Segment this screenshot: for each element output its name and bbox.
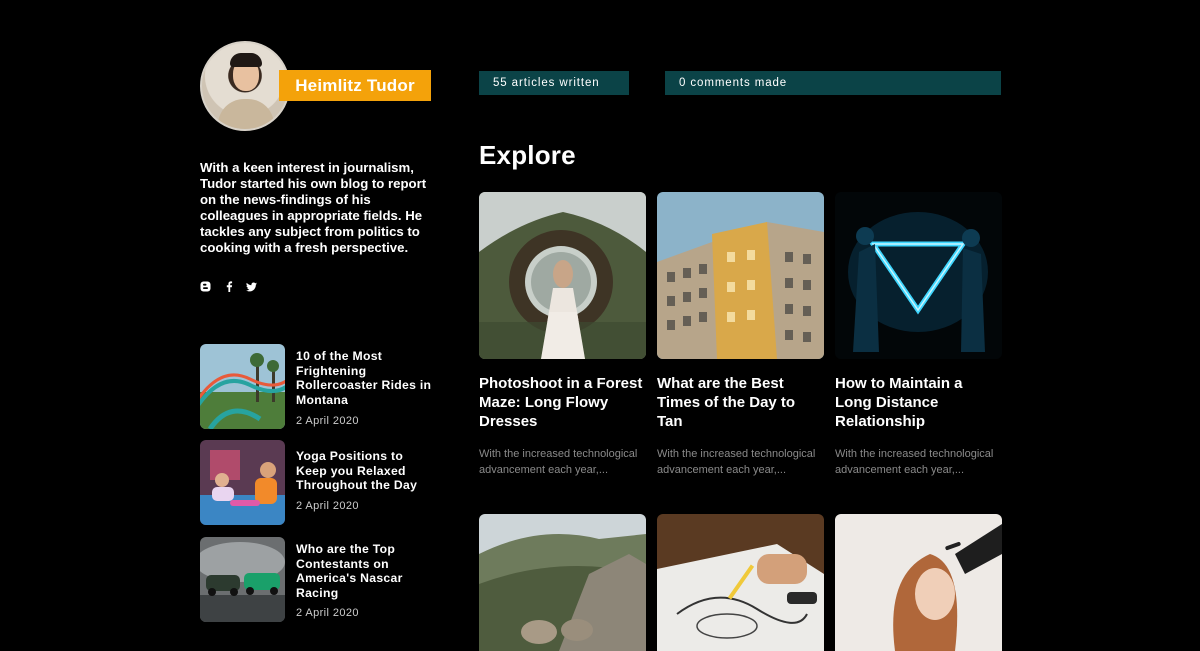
yoga-thumbnail[interactable] xyxy=(200,440,285,525)
article-card[interactable]: Photoshoot in a Forest Maze: Long Flowy … xyxy=(479,192,646,478)
sidebar-post[interactable]: 10 of the Most Frightening Rollercoaster… xyxy=(200,344,440,430)
article-title[interactable]: What are the Best Times of the Day to Ta… xyxy=(657,374,824,431)
article-card[interactable] xyxy=(835,514,1002,651)
article-card[interactable] xyxy=(479,514,646,651)
makeup-image[interactable] xyxy=(835,514,1002,651)
facebook-icon[interactable] xyxy=(223,281,234,292)
article-excerpt: With the increased technological advance… xyxy=(657,448,816,476)
article-excerpt: With the increased technological advance… xyxy=(479,448,638,476)
article-title[interactable]: Photoshoot in a Forest Maze: Long Flowy … xyxy=(479,374,646,431)
explore-heading: Explore xyxy=(479,140,576,170)
author-profile: Heimlitz Tudor xyxy=(200,41,432,131)
sidebar-post-title[interactable]: Who are the Top Contestants on America's… xyxy=(296,542,436,600)
article-card[interactable]: How to Maintain a Long Distance Relation… xyxy=(835,192,1002,478)
articles-count-badge: 55 articles written xyxy=(479,71,629,95)
mountain-hike-image[interactable] xyxy=(479,514,646,651)
sidebar-post-title[interactable]: Yoga Positions to Keep you Relaxed Throu… xyxy=(296,449,436,493)
sidebar-post-title[interactable]: 10 of the Most Frightening Rollercoaster… xyxy=(296,349,436,407)
sidebar-post-date: 2 April 2020 xyxy=(296,607,359,619)
blogger-icon[interactable] xyxy=(200,281,211,292)
article-card[interactable] xyxy=(657,514,824,651)
social-links xyxy=(200,281,257,292)
sidebar-post[interactable]: Who are the Top Contestants on America's… xyxy=(200,537,440,623)
comments-count-badge: 0 comments made xyxy=(665,71,1001,95)
twitter-icon[interactable] xyxy=(246,281,257,292)
nascar-thumbnail[interactable] xyxy=(200,537,285,622)
sidebar-post[interactable]: Yoga Positions to Keep you Relaxed Throu… xyxy=(200,440,440,526)
author-bio: With a keen interest in journalism, Tudo… xyxy=(200,160,427,255)
author-avatar xyxy=(200,41,290,131)
sketching-image[interactable] xyxy=(657,514,824,651)
sidebar-post-date: 2 April 2020 xyxy=(296,500,359,512)
author-name[interactable]: Heimlitz Tudor xyxy=(279,70,431,101)
forest-maze-image[interactable] xyxy=(479,192,646,359)
rollercoaster-thumbnail[interactable] xyxy=(200,344,285,429)
article-title[interactable]: How to Maintain a Long Distance Relation… xyxy=(835,374,1002,431)
sidebar-post-date: 2 April 2020 xyxy=(296,415,359,427)
building-tan-image[interactable] xyxy=(657,192,824,359)
neon-triangle-image[interactable] xyxy=(835,192,1002,359)
article-excerpt: With the increased technological advance… xyxy=(835,448,994,476)
article-card[interactable]: What are the Best Times of the Day to Ta… xyxy=(657,192,824,478)
